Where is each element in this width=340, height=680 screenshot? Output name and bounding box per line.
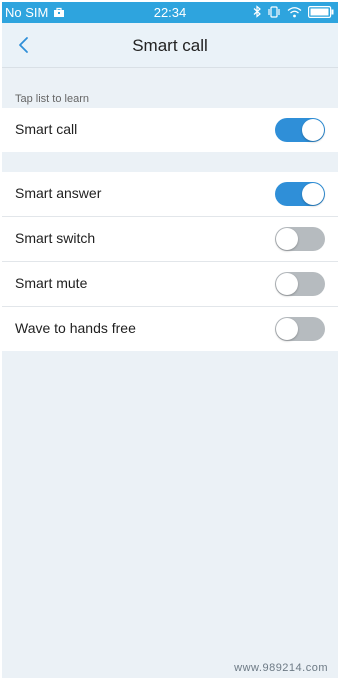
setting-label: Smart call	[15, 121, 78, 137]
settings-group-features: Smart answer Smart switch Smart mute Wav…	[2, 172, 338, 351]
app-screen: No SIM 22:34 Smart call Tap list to lear…	[2, 2, 338, 678]
smart-mute-toggle[interactable]	[275, 272, 325, 296]
wave-to-hands-free-toggle[interactable]	[275, 317, 325, 341]
page-title: Smart call	[132, 36, 208, 55]
status-bar: No SIM 22:34	[2, 2, 338, 23]
watermark: www.989214.com	[234, 662, 328, 674]
setting-row-smart-answer[interactable]: Smart answer	[2, 172, 338, 217]
toggle-knob	[276, 273, 298, 295]
setting-label: Smart answer	[15, 185, 102, 201]
title-bar: Smart call	[2, 23, 338, 68]
toggle-knob	[276, 318, 298, 340]
settings-group-smart-call: Smart call	[2, 108, 338, 152]
wifi-icon	[287, 6, 302, 18]
setting-label: Wave to hands free	[15, 320, 136, 336]
toggle-knob	[276, 228, 298, 250]
setting-label: Smart mute	[15, 275, 88, 291]
toggle-knob	[302, 183, 324, 205]
status-right	[253, 5, 334, 18]
setting-row-smart-switch[interactable]: Smart switch	[2, 217, 338, 262]
battery-icon	[308, 5, 334, 18]
section-caption[interactable]: Tap list to learn	[15, 93, 89, 105]
smart-switch-toggle[interactable]	[275, 227, 325, 251]
setting-row-smart-mute[interactable]: Smart mute	[2, 262, 338, 307]
setting-row-smart-call[interactable]: Smart call	[2, 108, 338, 152]
vibrate-icon	[267, 5, 281, 18]
smart-answer-toggle[interactable]	[275, 182, 325, 206]
setting-label: Smart switch	[15, 230, 96, 246]
bluetooth-icon	[253, 5, 261, 18]
setting-row-wave-to-hands-free[interactable]: Wave to hands free	[2, 307, 338, 351]
smart-call-toggle[interactable]	[275, 118, 325, 142]
toggle-knob	[302, 119, 324, 141]
